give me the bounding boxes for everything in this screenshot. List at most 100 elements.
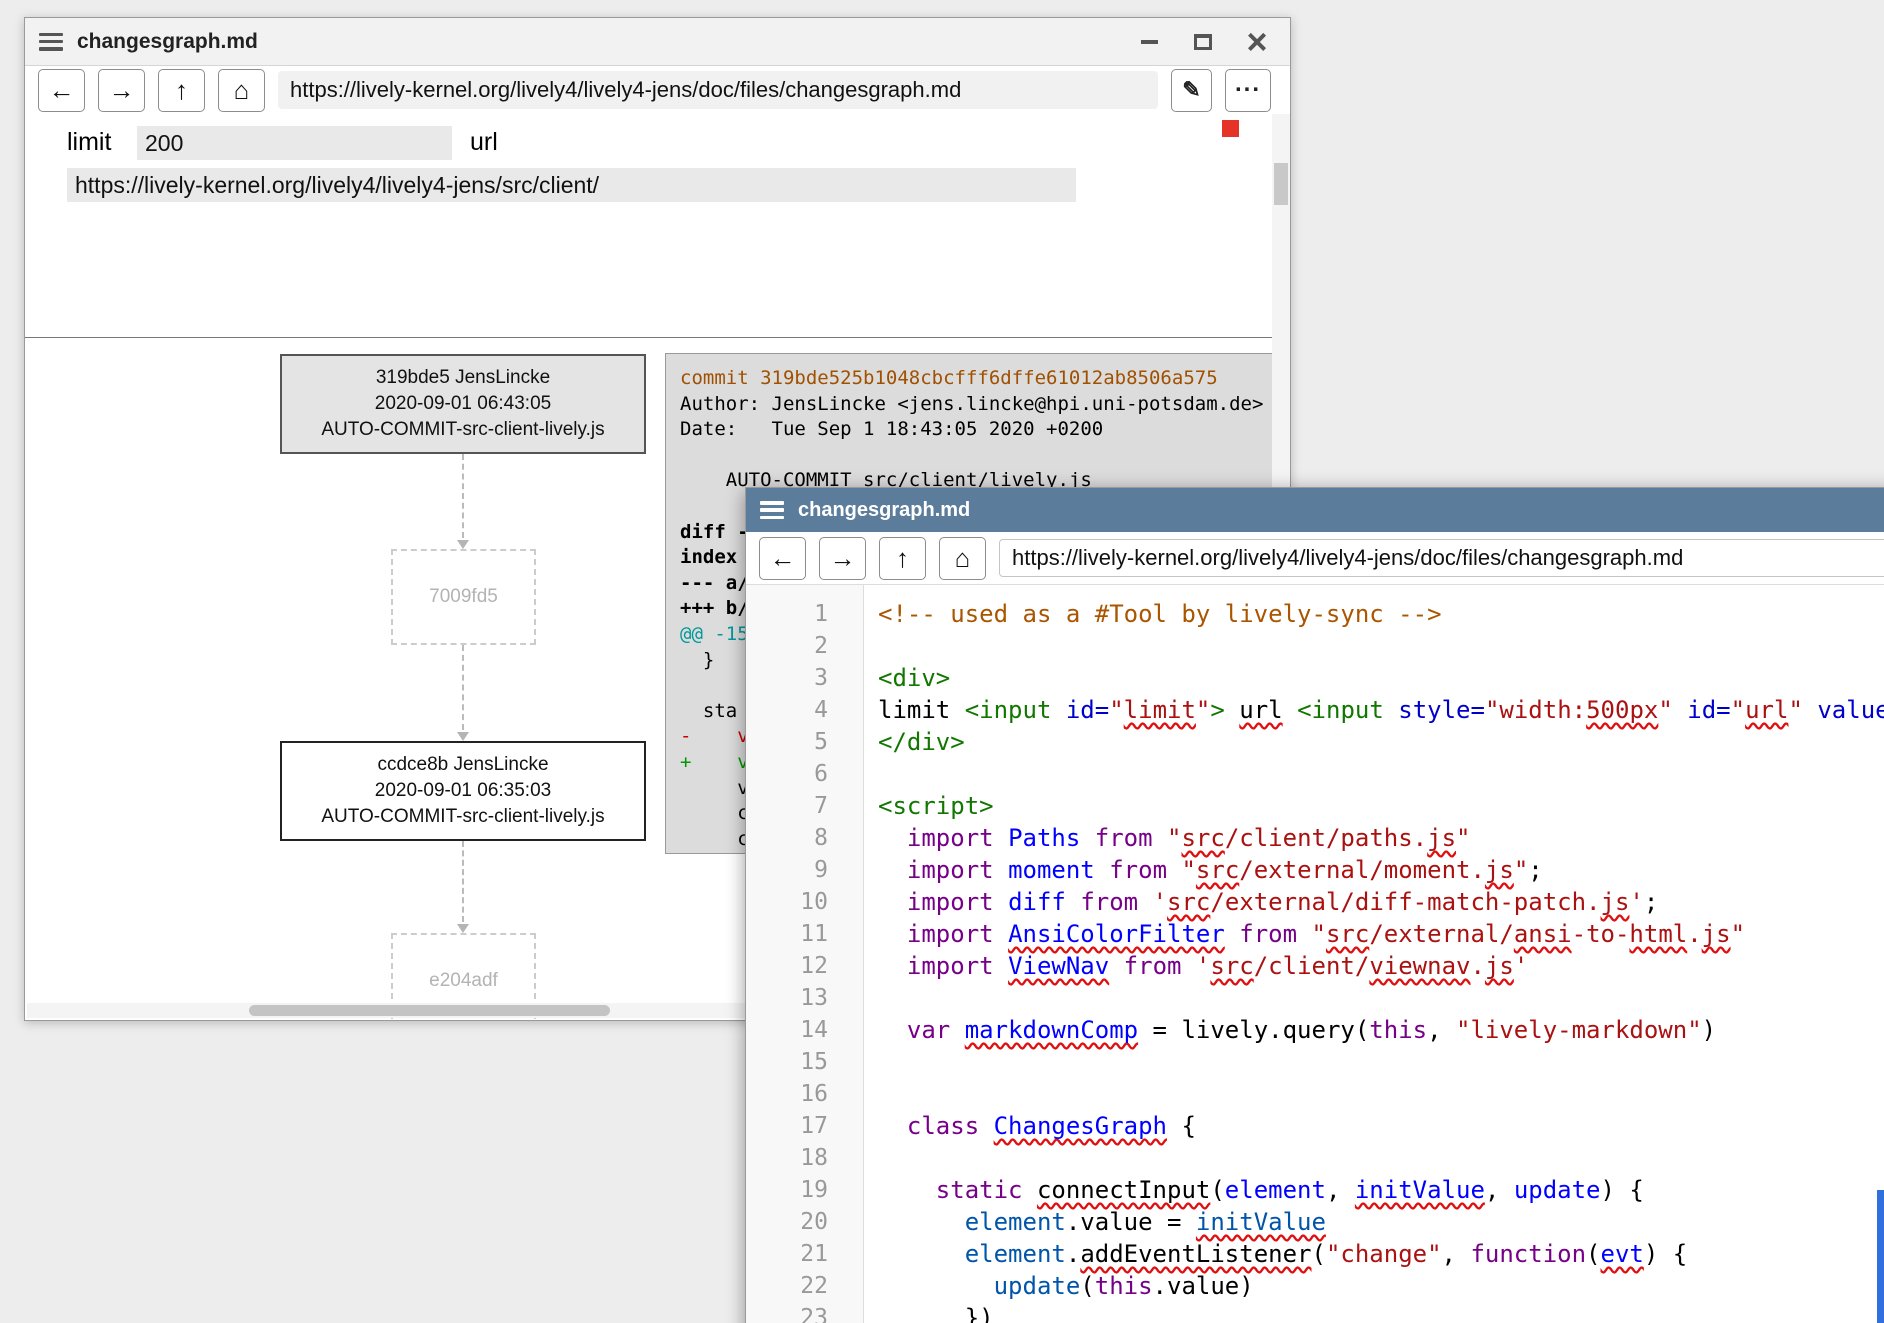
commit-panel-line: Date: Tue Sep 1 18:43:05 2020 +0200 bbox=[680, 417, 1274, 443]
commit-node-line: AUTO-COMMIT-src-client-lively.js bbox=[282, 419, 644, 441]
code-line-content: import ViewNav from 'src/client/viewnav.… bbox=[878, 950, 1528, 982]
code-line-content: }) bbox=[878, 1302, 994, 1323]
address-bar[interactable] bbox=[999, 539, 1884, 577]
code-line[interactable]: 20 element.value = initValue bbox=[746, 1206, 1884, 1238]
line-number[interactable]: 18 bbox=[746, 1142, 828, 1174]
code-line[interactable]: 5</div> bbox=[746, 726, 1884, 758]
code-line[interactable]: 1 <!-- used as a #Tool by lively-sync --> bbox=[746, 598, 1884, 630]
line-number[interactable]: 9 bbox=[746, 854, 828, 886]
minimize-button[interactable] bbox=[1136, 29, 1162, 55]
line-number[interactable]: 4 bbox=[746, 694, 828, 726]
edit-pencil-button[interactable]: ✎ bbox=[1171, 69, 1212, 112]
up-button[interactable]: ↑ bbox=[879, 537, 926, 580]
line-number[interactable]: 13 bbox=[746, 982, 828, 1014]
back-button[interactable]: ← bbox=[38, 69, 85, 112]
code-editor[interactable]: 1 <!-- used as a #Tool by lively-sync -->… bbox=[746, 585, 1884, 1323]
back-button[interactable]: ← bbox=[759, 537, 806, 580]
line-number[interactable]: 16 bbox=[746, 1078, 828, 1110]
code-line[interactable]: 15 bbox=[746, 1046, 1884, 1078]
forward-button[interactable]: → bbox=[819, 537, 866, 580]
window-menu-icon[interactable] bbox=[760, 501, 784, 519]
line-number[interactable]: 3 bbox=[746, 662, 828, 694]
code-line-content: update(this.value) bbox=[878, 1270, 1254, 1302]
line-number[interactable]: 8 bbox=[746, 822, 828, 854]
commit-node-line: ccdce8b JensLincke bbox=[282, 754, 644, 776]
commit-panel-line bbox=[680, 443, 1274, 469]
up-button[interactable]: ↑ bbox=[158, 69, 205, 112]
forward-button[interactable]: → bbox=[98, 69, 145, 112]
commit-node-319bde5[interactable]: 319bde5 JensLincke 2020-09-01 06:43:05 A… bbox=[280, 354, 646, 454]
code-line-content: element.value = initValue bbox=[878, 1206, 1326, 1238]
commit-node-7009fd5[interactable]: 7009fd5 bbox=[391, 549, 536, 645]
line-number[interactable]: 11 bbox=[746, 918, 828, 950]
code-line[interactable]: 12 import ViewNav from 'src/client/viewn… bbox=[746, 950, 1884, 982]
vertical-scrollbar-thumb[interactable] bbox=[1274, 163, 1288, 205]
code-line[interactable]: 11 import AnsiColorFilter from "src/exte… bbox=[746, 918, 1884, 950]
code-line-content: <script> bbox=[878, 790, 994, 822]
code-line-content: <!-- used as a #Tool by lively-sync --> bbox=[878, 598, 1442, 630]
code-line[interactable]: 14 var markdownComp = lively.query(this,… bbox=[746, 1014, 1884, 1046]
horizontal-scrollbar-thumb[interactable] bbox=[249, 1005, 610, 1016]
more-options-button[interactable]: ... bbox=[1225, 69, 1271, 112]
code-editor-lines: 1 <!-- used as a #Tool by lively-sync -->… bbox=[746, 598, 1884, 1323]
limit-label: limit bbox=[67, 128, 111, 157]
code-line-content: <div> bbox=[878, 662, 950, 694]
graph-edge bbox=[462, 645, 464, 730]
code-line-content: limit <input id="limit"> url <input styl… bbox=[878, 694, 1884, 726]
navigation-toolbar: ← → ↑ ⌂ bbox=[746, 532, 1884, 585]
url-input[interactable] bbox=[67, 168, 1076, 202]
line-number[interactable]: 21 bbox=[746, 1238, 828, 1270]
window-changesgraph-front: changesgraph.md ← → ↑ ⌂ 1 <!-- used as a … bbox=[745, 487, 1884, 1323]
commit-node-line: 2020-09-01 06:35:03 bbox=[282, 780, 644, 802]
line-number[interactable]: 14 bbox=[746, 1014, 828, 1046]
line-number[interactable]: 17 bbox=[746, 1110, 828, 1142]
line-number[interactable]: 22 bbox=[746, 1270, 828, 1302]
code-line[interactable]: 17 class ChangesGraph { bbox=[746, 1110, 1884, 1142]
line-number[interactable]: 6 bbox=[746, 758, 828, 790]
commit-node-ccdce8b[interactable]: ccdce8b JensLincke 2020-09-01 06:35:03 A… bbox=[280, 741, 646, 841]
home-button[interactable]: ⌂ bbox=[939, 537, 986, 580]
code-line[interactable]: 9 import moment from "src/external/momen… bbox=[746, 854, 1884, 886]
code-line-content: class ChangesGraph { bbox=[878, 1110, 1196, 1142]
home-button[interactable]: ⌂ bbox=[218, 69, 265, 112]
line-number[interactable]: 20 bbox=[746, 1206, 828, 1238]
code-line[interactable]: 10 import diff from 'src/external/diff-m… bbox=[746, 886, 1884, 918]
line-number[interactable]: 12 bbox=[746, 950, 828, 982]
navigation-toolbar: ← → ↑ ⌂ ✎ ... bbox=[25, 66, 1290, 114]
code-line[interactable]: 16 bbox=[746, 1078, 1884, 1110]
code-line[interactable]: 19 static connectInput(element, initValu… bbox=[746, 1174, 1884, 1206]
code-line[interactable]: 23 }) bbox=[746, 1302, 1884, 1323]
code-line[interactable]: 2 bbox=[746, 630, 1884, 662]
address-bar[interactable] bbox=[278, 71, 1158, 109]
code-line[interactable]: 13 bbox=[746, 982, 1884, 1014]
code-line[interactable]: 21 element.addEventListener("change", fu… bbox=[746, 1238, 1884, 1270]
commit-panel-line: Author: JensLincke <jens.lincke@hpi.uni-… bbox=[680, 392, 1274, 418]
close-button[interactable]: × bbox=[1244, 29, 1270, 55]
window-menu-icon[interactable] bbox=[39, 33, 63, 51]
code-line[interactable]: 8 import Paths from "src/client/paths.js… bbox=[746, 822, 1884, 854]
code-line[interactable]: 4 limit <input id="limit"> url <input sty… bbox=[746, 694, 1884, 726]
code-line-content: import AnsiColorFilter from "src/externa… bbox=[878, 918, 1745, 950]
line-number[interactable]: 5 bbox=[746, 726, 828, 758]
titlebar[interactable]: changesgraph.md × bbox=[25, 18, 1290, 66]
changesgraph-form: limit url bbox=[25, 114, 1271, 337]
line-number[interactable]: 10 bbox=[746, 886, 828, 918]
line-number[interactable]: 2 bbox=[746, 630, 828, 662]
maximize-button[interactable] bbox=[1190, 29, 1216, 55]
line-number[interactable]: 19 bbox=[746, 1174, 828, 1206]
line-number[interactable]: 1 bbox=[746, 598, 828, 630]
code-line[interactable]: 6 bbox=[746, 758, 1884, 790]
code-line[interactable]: 3 <div> bbox=[746, 662, 1884, 694]
commit-node-line: AUTO-COMMIT-src-client-lively.js bbox=[282, 806, 644, 828]
code-line[interactable]: 7 <script> bbox=[746, 790, 1884, 822]
limit-input[interactable] bbox=[137, 126, 452, 160]
commit-node-line: 2020-09-01 06:43:05 bbox=[282, 393, 644, 415]
code-line[interactable]: 18 bbox=[746, 1142, 1884, 1174]
code-line[interactable]: 22 update(this.value) bbox=[746, 1270, 1884, 1302]
line-number[interactable]: 7 bbox=[746, 790, 828, 822]
code-line-content: import moment from "src/external/moment.… bbox=[878, 854, 1543, 886]
line-number[interactable]: 15 bbox=[746, 1046, 828, 1078]
commit-panel-line: commit 319bde525b1048cbcfff6dffe61012ab8… bbox=[680, 366, 1274, 392]
line-number[interactable]: 23 bbox=[746, 1302, 828, 1323]
titlebar[interactable]: changesgraph.md bbox=[746, 488, 1884, 532]
